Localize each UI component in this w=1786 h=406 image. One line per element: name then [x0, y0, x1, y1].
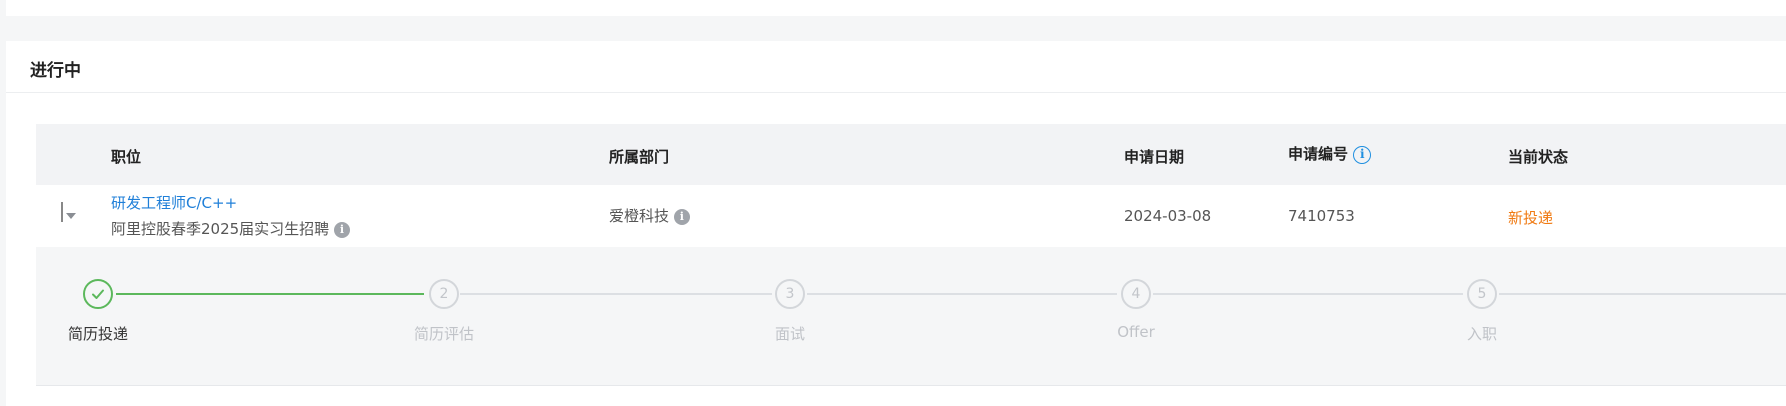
- header-department: 所属部门: [609, 148, 670, 166]
- number-cell: 7410753: [1288, 207, 1355, 225]
- title-divider: [6, 92, 1786, 93]
- header-date: 申请日期: [1124, 148, 1185, 166]
- section-title: 进行中: [30, 61, 81, 81]
- check-icon: [92, 289, 104, 299]
- step-1-label: 简历投递: [67, 325, 129, 343]
- expand-toggle[interactable]: [61, 202, 63, 222]
- job-title-link[interactable]: 研发工程师C/C++: [111, 192, 237, 213]
- department-cell: 爱橙科技 i: [609, 205, 690, 226]
- info-icon[interactable]: i: [1353, 145, 1372, 164]
- step-2-label: 简历评估: [413, 325, 475, 343]
- status-badge: 新投递: [1508, 209, 1554, 227]
- step-3-label: 面试: [774, 325, 806, 343]
- header-position: 职位: [111, 148, 142, 166]
- header-status: 当前状态: [1508, 148, 1569, 166]
- step-connector-4: [1153, 293, 1463, 295]
- step-connector-1: [116, 293, 424, 295]
- previous-card: [6, 0, 1786, 16]
- header-number: 申请编号 i: [1288, 143, 1372, 164]
- step-4-label: Offer: [1117, 323, 1155, 341]
- step-connector-2: [460, 293, 772, 295]
- step-5-label: 入职: [1466, 325, 1498, 343]
- info-icon[interactable]: i: [673, 208, 690, 225]
- step-5-circle: 5: [1467, 279, 1497, 309]
- info-icon[interactable]: i: [333, 221, 350, 238]
- step-connector-5: [1499, 293, 1786, 295]
- caret-down-icon[interactable]: [66, 213, 76, 219]
- step-connector-3: [807, 293, 1117, 295]
- recruitment-program-label: 阿里控股春季2025届实习生招聘: [111, 220, 330, 238]
- step-2-circle: 2: [429, 279, 459, 309]
- step-3-circle: 3: [775, 279, 805, 309]
- recruitment-program: 阿里控股春季2025届实习生招聘 i: [111, 218, 350, 239]
- header-number-label: 申请编号: [1288, 145, 1349, 163]
- step-4-circle: 4: [1121, 279, 1151, 309]
- step-1-circle: [83, 279, 113, 309]
- date-cell: 2024-03-08: [1124, 207, 1212, 225]
- progress-panel: [36, 247, 1786, 386]
- department-label: 爱橙科技: [609, 207, 670, 225]
